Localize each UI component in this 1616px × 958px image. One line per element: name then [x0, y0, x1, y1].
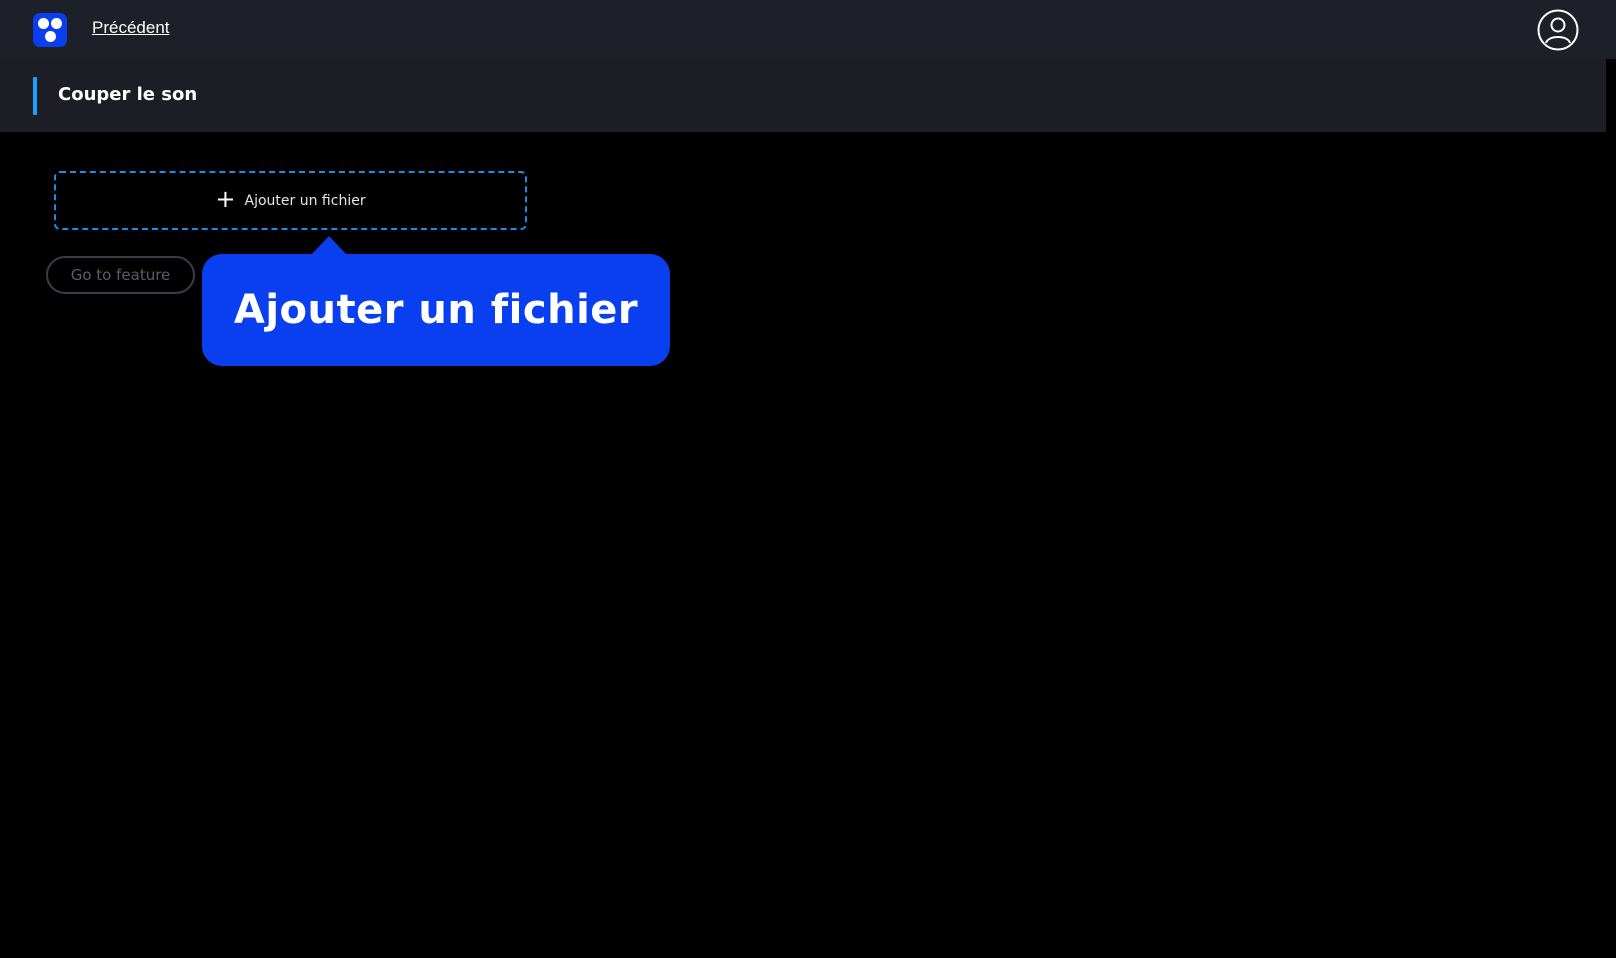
add-file-dropzone[interactable]: + Ajouter un fichier [54, 171, 527, 230]
page-title: Couper le son [58, 84, 198, 105]
title-accent-bar [33, 77, 37, 115]
go-to-feature-button[interactable]: Go to feature [46, 256, 195, 294]
add-file-label: Ajouter un fichier [244, 192, 366, 209]
logo-dot [51, 18, 62, 29]
tooltip-text: Ajouter un fichier [233, 287, 639, 333]
user-account-icon[interactable] [1537, 9, 1579, 51]
back-link[interactable]: Précédent [92, 18, 170, 38]
logo-dot [38, 18, 49, 29]
scrollbar-track [1606, 59, 1616, 958]
app-logo-icon[interactable] [33, 13, 67, 47]
page-header: Couper le son [0, 59, 1606, 132]
plus-icon: + [215, 185, 236, 213]
top-bar: Précédent [0, 0, 1616, 59]
logo-dot [44, 31, 56, 42]
onboarding-tooltip: Ajouter un fichier [202, 236, 670, 366]
